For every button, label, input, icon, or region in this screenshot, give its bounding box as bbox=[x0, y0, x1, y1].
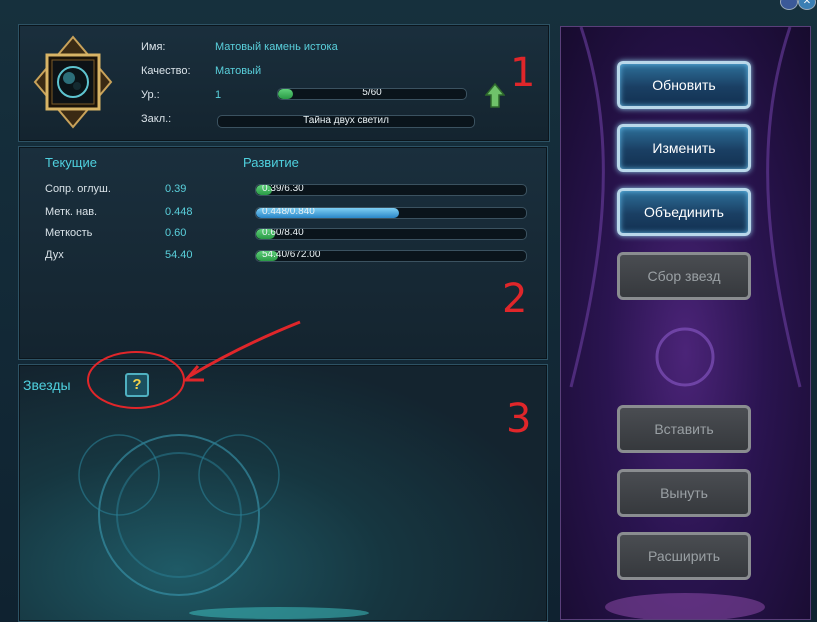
bind-bar: Тайна двух светил bbox=[217, 115, 475, 128]
annotation-2: 2 bbox=[502, 276, 528, 322]
stat-progress-text: 0.39/6.30 bbox=[262, 184, 304, 194]
stone-window: ✕ Имя: Матовый камень истока Качество: М… bbox=[0, 0, 817, 622]
current-header: Текущие bbox=[45, 155, 97, 170]
level-progress-bar: 5/60 bbox=[277, 88, 467, 100]
expand-button[interactable]: Расширить bbox=[617, 532, 751, 580]
stat-progress-bar: 54.40/672.00 bbox=[255, 250, 527, 262]
insert-button[interactable]: Вставить bbox=[617, 405, 751, 453]
quality-value: Матовый bbox=[215, 65, 262, 77]
item-info-panel: Имя: Матовый камень истока Качество: Мат… bbox=[18, 24, 550, 142]
stat-value: 0.448 bbox=[165, 206, 193, 218]
stat-progress-text: 0.448/0.840 bbox=[262, 207, 315, 217]
name-value: Матовый камень истока bbox=[215, 41, 338, 53]
level-value: 1 bbox=[215, 89, 222, 101]
stat-label: Дух bbox=[45, 249, 64, 261]
bind-value: Тайна двух светил bbox=[303, 115, 389, 126]
refresh-button[interactable]: Обновить bbox=[617, 61, 751, 109]
annotation-1: 1 bbox=[510, 50, 536, 96]
stat-label: Меткость bbox=[45, 227, 93, 239]
stat-progress-bar: 0.448/0.840 bbox=[255, 207, 527, 219]
item-icon-frame[interactable] bbox=[33, 35, 113, 129]
stat-value: 0.39 bbox=[165, 183, 187, 195]
change-button[interactable]: Изменить bbox=[617, 124, 751, 172]
growth-header: Развитие bbox=[243, 155, 299, 170]
quality-label: Качество: bbox=[141, 65, 191, 77]
bind-label: Закл.: bbox=[141, 113, 172, 125]
merge-button[interactable]: Объединить bbox=[617, 188, 751, 236]
close-icon[interactable]: ✕ bbox=[798, 0, 816, 10]
stat-value: 0.60 bbox=[165, 227, 187, 239]
annotation-circle-arrow bbox=[87, 320, 301, 409]
remove-button[interactable]: Вынуть bbox=[617, 469, 751, 517]
level-progress-text: 5/60 bbox=[362, 88, 382, 98]
upgrade-arrow-icon[interactable] bbox=[484, 82, 506, 109]
stat-progress-text: 0.60/8.40 bbox=[262, 228, 304, 238]
action-panel: Обновить Изменить Объединить Сбор звезд … bbox=[560, 26, 811, 620]
stat-label: Сопр. оглуш. bbox=[45, 183, 111, 195]
facebook-icon[interactable] bbox=[780, 0, 798, 10]
gem-icon bbox=[33, 35, 113, 129]
collect-stars-button[interactable]: Сбор звезд bbox=[617, 252, 751, 300]
level-label: Ур.: bbox=[141, 89, 160, 101]
name-label: Имя: bbox=[141, 41, 166, 53]
stat-progress-bar: 0.60/8.40 bbox=[255, 228, 527, 240]
stat-progress-text: 54.40/672.00 bbox=[262, 250, 321, 260]
stat-value: 54.40 bbox=[165, 249, 193, 261]
stat-progress-bar: 0.39/6.30 bbox=[255, 184, 527, 196]
arcane-emblem-icon bbox=[569, 27, 802, 619]
stat-label: Метк. нав. bbox=[45, 206, 98, 218]
annotation-3: 3 bbox=[506, 396, 532, 442]
